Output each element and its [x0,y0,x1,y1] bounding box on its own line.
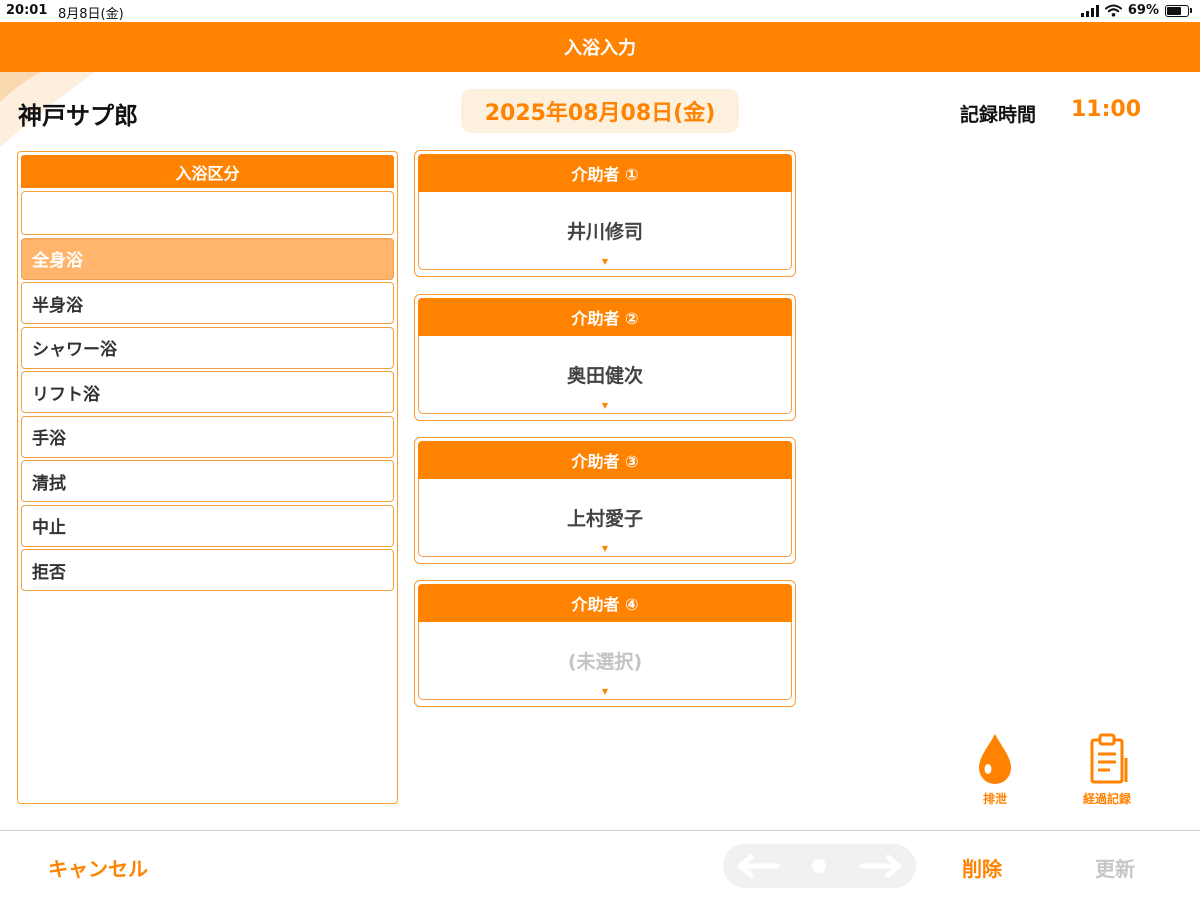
status-time: 20:01 [6,3,48,18]
record-time-label: 記録時間 [960,104,1037,126]
helper-1-header: 介助者 ① [418,154,792,192]
helper-2-select[interactable]: 奥田健次 ▼ [418,336,792,414]
helper-3-card: 介助者 ③ 上村愛子 ▼ [414,437,796,564]
caret-down-icon: ▼ [601,257,609,266]
bath-option-label: 半身浴 [32,295,83,316]
bath-option-shower[interactable]: シャワー浴 [21,326,394,369]
record-date-selector[interactable]: 2025年08月08日(金) [461,89,739,133]
status-right: 69% [1080,3,1192,18]
status-bar: 20:01 8月8日(金) 69% [0,0,1200,22]
helper-4-card: 介助者 ④ (未選択) ▼ [414,580,796,707]
wifi-icon [1104,4,1122,17]
bath-option-lift[interactable]: リフト浴 [21,371,394,413]
record-time[interactable]: 11:00 [1071,97,1141,122]
helper-2-value: 奥田健次 [566,365,643,387]
bath-option-cancelled[interactable]: 中止 [21,504,394,547]
bath-option-label: 手浴 [32,429,66,449]
water-drop-icon [979,734,1011,784]
arrow-right-icon[interactable] [858,854,904,878]
page-title: 入浴入力 [564,38,636,59]
helper-3-label: 介助者 ③ [571,452,639,471]
helper-4-label: 介助者 ④ [571,595,639,614]
bath-option-full-body[interactable]: 全身浴 [21,237,394,280]
helper-2-header: 介助者 ② [418,298,792,336]
battery-icon [1165,4,1192,17]
caret-down-icon: ▼ [601,401,609,410]
helper-3-select[interactable]: 上村愛子 ▼ [418,479,792,557]
status-date: 8月8日(金) [58,7,124,22]
helper-2-label: 介助者 ② [571,309,639,328]
helper-1-select[interactable]: 井川修司 ▼ [418,192,792,270]
bath-option-label: リフト浴 [32,384,100,405]
record-navigation [723,844,916,888]
helper-1-label: 介助者 ① [571,165,639,184]
dot-indicator-icon [812,859,826,873]
helper-4-value: (未選択) [567,651,643,673]
arrow-left-icon[interactable] [735,854,781,878]
bath-option-label: 中止 [32,518,66,538]
bath-type-title: 入浴区分 [175,163,240,183]
title-bar: 入浴入力 [0,22,1200,72]
progress-record-shortcut-button[interactable]: 経過記録 [1074,732,1140,807]
battery-percent: 69% [1127,3,1159,18]
bath-option-half-body[interactable]: 半身浴 [21,282,394,324]
bath-option-label: シャワー浴 [32,340,117,360]
helper-4-select[interactable]: (未選択) ▼ [418,622,792,700]
caret-down-icon: ▼ [601,687,609,696]
helper-2-card: 介助者 ② 奥田健次 ▼ [414,294,796,421]
progress-record-label: 経過記録 [1082,792,1131,806]
resident-name: 神戸サプ郎 [18,102,138,130]
battery-level [1167,6,1181,15]
cellular-signal-icon [1080,4,1099,17]
cancel-button[interactable]: キャンセル [48,853,148,882]
bottom-divider [0,830,1200,831]
helper-3-value: 上村愛子 [566,508,643,530]
caret-down-icon: ▼ [601,544,609,553]
helper-4-header: 介助者 ④ [418,584,792,622]
bath-type-header: 入浴区分 [21,155,394,188]
delete-button[interactable]: 削除 [962,853,1002,882]
bath-option-wipe[interactable]: 清拭 [21,460,394,502]
bath-option-label: 清拭 [32,473,66,494]
helper-3-header: 介助者 ③ [418,441,792,479]
bath-type-panel: 入浴区分 全身浴 半身浴 シャワー浴 リフト浴 手浴 清拭 中止 拒否 [17,151,398,804]
record-date: 2025年08月08日(金) [484,101,716,126]
bath-option-blank[interactable] [21,191,394,235]
bath-option-hand[interactable]: 手浴 [21,415,394,458]
update-button[interactable]: 更新 [1095,853,1135,882]
bath-option-label: 全身浴 [32,251,83,271]
helper-1-card: 介助者 ① 井川修司 ▼ [414,150,796,277]
excretion-label: 排泄 [982,792,1007,806]
bath-option-refused[interactable]: 拒否 [21,549,394,591]
helper-1-value: 井川修司 [566,221,643,243]
clipboard-icon [1090,733,1128,784]
excretion-shortcut-button[interactable]: 排泄 [972,732,1018,807]
bath-option-label: 拒否 [32,562,66,583]
